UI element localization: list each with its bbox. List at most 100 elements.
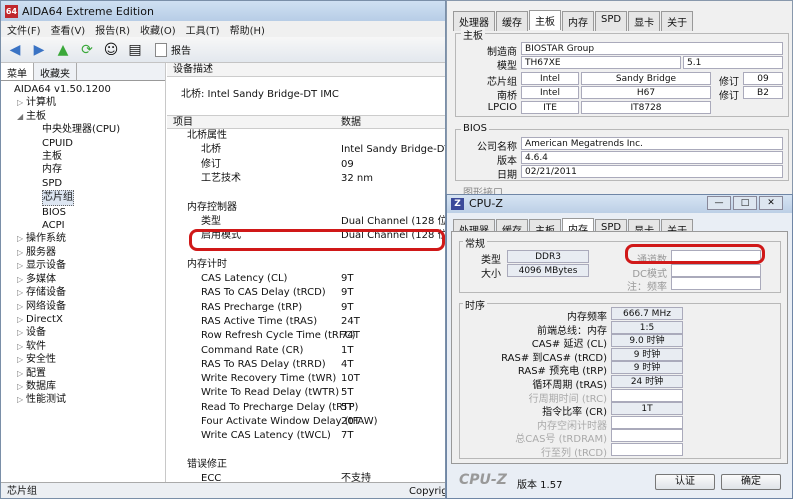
tree-item[interactable]: ▷ 显示设备 bbox=[5, 259, 165, 272]
tree-expander-icon[interactable]: ▷ bbox=[17, 232, 26, 245]
minimize-button[interactable]: — bbox=[707, 196, 731, 210]
tree-item[interactable]: AIDA64 v1.50.1200 bbox=[5, 83, 165, 96]
tree-item[interactable]: ACPI bbox=[5, 219, 165, 232]
bios-version-label: 版本 bbox=[497, 156, 517, 167]
tree-expander-icon[interactable]: ▷ bbox=[17, 96, 26, 109]
chipset-name: Sandy Bridge bbox=[581, 72, 711, 85]
property-row[interactable]: RAS Active Time (tRAS) 24T bbox=[167, 315, 445, 329]
tree-item[interactable]: ▷ 配置 bbox=[5, 367, 165, 380]
tree-expander-icon[interactable]: ▷ bbox=[17, 353, 26, 366]
col-item[interactable]: 项目 bbox=[173, 116, 193, 129]
tree-item[interactable]: CPUID bbox=[5, 137, 165, 150]
tree-item[interactable]: ▷ 安全性 bbox=[5, 353, 165, 366]
tree-expander-icon[interactable]: ◢ bbox=[17, 110, 26, 123]
ok-button[interactable]: 确定 bbox=[721, 474, 781, 490]
property-row[interactable]: Command Rate (CR) 1T bbox=[167, 344, 445, 358]
tree-expander-icon[interactable]: ▷ bbox=[17, 380, 26, 393]
tree-item-label: AIDA64 v1.50.1200 bbox=[14, 84, 111, 95]
tree-expander-icon[interactable]: ▷ bbox=[17, 367, 26, 380]
tree-item[interactable]: ▷ 服务器 bbox=[5, 246, 165, 259]
chart-icon[interactable]: ▤ bbox=[125, 41, 145, 59]
tree-item[interactable]: ▷ 存储设备 bbox=[5, 286, 165, 299]
tree-expander-icon[interactable]: ▷ bbox=[17, 286, 26, 299]
menu-item[interactable]: 工具(T) bbox=[186, 22, 220, 37]
tree-expander-icon[interactable]: ▷ bbox=[17, 300, 26, 313]
property-row[interactable]: RAS To CAS Delay (tRCD) 9T bbox=[167, 286, 445, 300]
tree-item[interactable]: ▷ 数据库 bbox=[5, 380, 165, 393]
tree-item[interactable]: ▷ 软件 bbox=[5, 340, 165, 353]
aida-logo-icon: 64 bbox=[5, 4, 18, 18]
maximize-button[interactable]: □ bbox=[733, 196, 757, 210]
tree-expander-icon[interactable]: ▷ bbox=[17, 393, 26, 406]
tree-item-label: 安全性 bbox=[26, 354, 56, 366]
property-row[interactable]: 北桥 Intel Sandy Bridge-DT IMC bbox=[167, 143, 445, 157]
tree-expander-icon[interactable]: ▷ bbox=[17, 273, 26, 286]
tree-item[interactable]: BIOS bbox=[5, 206, 165, 219]
up-arrow-icon[interactable]: ▲ bbox=[53, 41, 73, 59]
menu-item[interactable]: 报告(R) bbox=[95, 22, 130, 37]
tree-item[interactable]: SPD bbox=[5, 177, 165, 190]
menu-item[interactable]: 查看(V) bbox=[51, 22, 86, 37]
close-button[interactable]: ✕ bbox=[759, 196, 783, 210]
refresh-icon[interactable]: ⟳ bbox=[77, 41, 97, 59]
property-row[interactable]: Write To Read Delay (tWTR) 5T bbox=[167, 386, 445, 400]
col-data[interactable]: 数据 bbox=[341, 116, 361, 129]
validate-button[interactable]: 认证 bbox=[655, 474, 715, 490]
tree-item[interactable]: ▷ 操作系统 bbox=[5, 232, 165, 245]
cpuz-tab[interactable]: 缓存 bbox=[496, 11, 528, 31]
timing-label: 行至列 (tRCD) bbox=[540, 448, 607, 459]
cpuz-tab[interactable]: SPD bbox=[595, 11, 628, 31]
left-tab[interactable]: 收藏夹 bbox=[34, 63, 77, 80]
tree-expander-icon[interactable]: ▷ bbox=[17, 326, 26, 339]
menu-item[interactable]: 帮助(H) bbox=[230, 22, 265, 37]
menu-item[interactable]: 收藏(O) bbox=[140, 22, 176, 37]
tree-expander-icon[interactable]: ▷ bbox=[17, 313, 26, 326]
property-row[interactable]: 内存计时 bbox=[167, 258, 445, 272]
cpuz-logo-icon: Z bbox=[451, 198, 464, 210]
property-row[interactable]: CAS Latency (CL) 9T bbox=[167, 272, 445, 286]
report-button[interactable]: 报告 bbox=[155, 42, 191, 57]
property-name: Write Recovery Time (tWR) bbox=[201, 373, 337, 385]
user-icon[interactable]: ☺ bbox=[101, 41, 121, 59]
tree-item[interactable]: ▷ 性能测试 bbox=[5, 393, 165, 406]
property-row[interactable]: Row Refresh Cycle Time (tRFC) 74T bbox=[167, 329, 445, 343]
property-row[interactable]: Write Recovery Time (tWR) 10T bbox=[167, 372, 445, 386]
tree-item[interactable]: ▷ 设备 bbox=[5, 326, 165, 339]
property-row[interactable]: 修订 09 bbox=[167, 158, 445, 172]
cpuz-tab[interactable]: 内存 bbox=[562, 11, 594, 31]
cpuz-tab[interactable]: 显卡 bbox=[628, 11, 661, 31]
left-tab[interactable]: 菜单 bbox=[1, 63, 34, 80]
property-row[interactable]: 错误修正 bbox=[167, 458, 445, 472]
tree-item-label: 数据库 bbox=[26, 380, 56, 392]
tree-item[interactable]: 中央处理器(CPU) bbox=[5, 123, 165, 136]
tree-expander-icon[interactable]: ▷ bbox=[17, 340, 26, 353]
cpuz-tab[interactable]: 主板 bbox=[529, 10, 561, 30]
tree-item[interactable]: ▷ 多媒体 bbox=[5, 273, 165, 286]
tree-item[interactable]: 主板 bbox=[5, 150, 165, 163]
property-row[interactable]: 类型 Dual Channel (128 位) bbox=[167, 215, 445, 229]
property-row[interactable]: RAS Precharge (tRP) 9T bbox=[167, 301, 445, 315]
tree-item[interactable]: ◢ 主板 bbox=[5, 110, 165, 123]
tree-item[interactable]: ▷ 计算机 bbox=[5, 96, 165, 109]
forward-arrow-icon[interactable]: ▶ bbox=[29, 41, 49, 59]
property-row[interactable]: 工艺技术 32 nm bbox=[167, 172, 445, 186]
tree-expander-icon[interactable]: ▷ bbox=[17, 246, 26, 259]
tree-item[interactable]: ▷ DirectX bbox=[5, 313, 165, 326]
tree-expander-icon[interactable]: ▷ bbox=[17, 259, 26, 272]
tree-item-label: 主板 bbox=[26, 110, 46, 122]
property-row[interactable]: Read To Precharge Delay (tRTP) 5T bbox=[167, 401, 445, 415]
property-row[interactable]: 内存控制器 bbox=[167, 201, 445, 215]
tree-item[interactable]: ▷ 网络设备 bbox=[5, 300, 165, 313]
back-arrow-icon[interactable]: ◀ bbox=[5, 41, 25, 59]
property-row[interactable]: 北桥属性 bbox=[167, 129, 445, 143]
property-row[interactable]: Write CAS Latency (tWCL) 7T bbox=[167, 429, 445, 443]
property-name: 北桥 bbox=[201, 144, 221, 156]
property-row[interactable] bbox=[167, 186, 445, 200]
cpuz-tab[interactable]: 关于 bbox=[661, 11, 694, 31]
tree-item[interactable]: 芯片组 bbox=[5, 190, 165, 206]
property-row[interactable]: RAS To RAS Delay (tRRD) 4T bbox=[167, 358, 445, 372]
tree-item[interactable]: 内存 bbox=[5, 163, 165, 176]
property-row[interactable] bbox=[167, 444, 445, 458]
property-row[interactable]: Four Activate Window Delay (tFAW) 20T bbox=[167, 415, 445, 429]
menu-item[interactable]: 文件(F) bbox=[7, 22, 41, 37]
